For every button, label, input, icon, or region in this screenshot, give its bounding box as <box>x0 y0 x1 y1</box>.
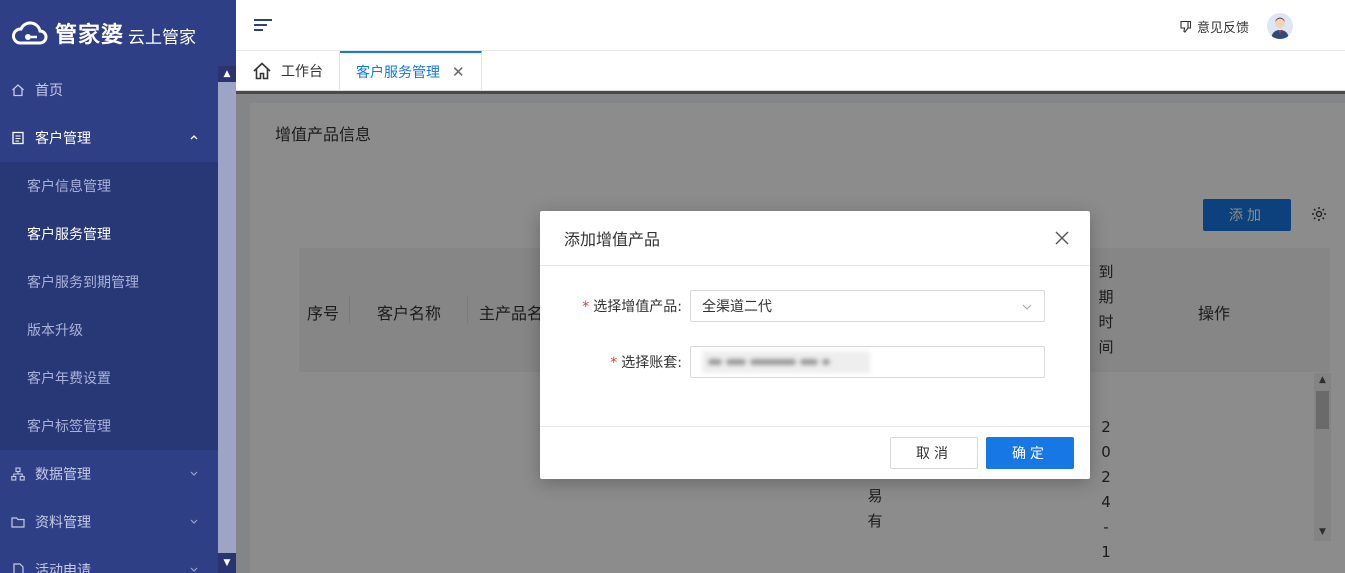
close-icon[interactable] <box>1054 230 1070 246</box>
thumbs-down-icon <box>1180 20 1192 33</box>
cancel-button[interactable]: 取消 <box>890 437 978 469</box>
scroll-up-arrow-icon[interactable]: ▲ <box>218 66 236 82</box>
page-tabs: 工作台 客户服务管理 ✕ <box>236 51 1345 91</box>
product-field-label: * 选择增值产品: <box>582 299 682 315</box>
sidebar-subitem-label: 客户年费设置 <box>27 371 111 387</box>
sidebar-subitem-version-upgrade[interactable]: 版本升级 <box>0 306 218 354</box>
sidebar-subitem-customer-info[interactable]: 客户信息管理 <box>0 162 218 210</box>
user-avatar[interactable] <box>1267 13 1293 39</box>
chevron-down-icon <box>188 467 200 479</box>
sidebar-subitem-tag-management[interactable]: 客户标签管理 <box>0 402 218 450</box>
tab-workbench[interactable]: 工作台 <box>236 51 340 91</box>
sidebar-subitem-label: 客户服务到期管理 <box>27 275 139 291</box>
chevron-down-icon <box>1022 304 1032 310</box>
tab-label: 工作台 <box>281 64 323 80</box>
add-product-dialog: 添加增值产品 * 选择增值产品: 全渠道二代 * 选择账套: 取消 确定 <box>540 211 1090 479</box>
sidebar-item-resource-management[interactable]: 资料管理 <box>0 498 218 546</box>
account-field-label: * 选择账套: <box>610 355 682 371</box>
sidebar-item-activity-application[interactable]: 活动申请 <box>0 546 218 573</box>
sidebar-item-label: 数据管理 <box>35 467 91 483</box>
tab-label: 客户服务管理 <box>356 65 440 81</box>
sidebar-subitem-label: 客户信息管理 <box>27 179 111 195</box>
sidebar-item-customer-management[interactable]: 客户管理 <box>0 114 218 162</box>
product-select[interactable]: 全渠道二代 <box>690 290 1045 322</box>
cloud-logo-icon <box>12 21 48 45</box>
logo-main-text: 管家婆 <box>55 23 125 48</box>
account-select[interactable] <box>690 346 1045 378</box>
sidebar-scrollbar[interactable] <box>218 66 236 573</box>
sidebar-menu: 首页 客户管理 客户信息管理 客户服务管理 客户服务到期管理 版本升级 客户年费… <box>0 66 218 573</box>
sidebar-subitem-label: 客户服务管理 <box>27 227 111 243</box>
sidebar-item-label: 客户管理 <box>35 131 91 147</box>
chevron-down-icon <box>188 515 200 527</box>
sidebar-subitem-label: 客户标签管理 <box>27 419 111 435</box>
feedback-link[interactable]: 意见反馈 <box>1179 17 1249 36</box>
sidebar: 管家婆 云上管家 首页 客户管理 客户信息管理 客户服务管理 客户服务到期管理 … <box>0 0 236 573</box>
app-logo[interactable]: 管家婆 云上管家 <box>0 0 236 66</box>
sidebar-item-label: 资料管理 <box>35 515 91 531</box>
sidebar-subitem-label: 版本升级 <box>27 323 83 339</box>
chevron-down-icon <box>188 563 200 573</box>
sidebar-subitem-customer-service[interactable]: 客户服务管理 <box>0 210 218 258</box>
sidebar-subitem-annual-fee[interactable]: 客户年费设置 <box>0 354 218 402</box>
customer-submenu: 客户信息管理 客户服务管理 客户服务到期管理 版本升级 客户年费设置 客户标签管… <box>0 162 218 450</box>
confirm-button[interactable]: 确定 <box>986 437 1074 469</box>
sidebar-subitem-service-expiry[interactable]: 客户服务到期管理 <box>0 258 218 306</box>
top-header: 意见反馈 <box>236 0 1345 51</box>
home-icon <box>253 62 271 80</box>
document-icon <box>11 131 25 145</box>
dialog-footer: 取消 确定 <box>540 426 1090 479</box>
sitemap-icon <box>11 467 25 481</box>
chevron-up-icon <box>188 131 200 143</box>
file-icon <box>11 563 25 573</box>
home-icon <box>11 83 25 97</box>
tab-customer-service[interactable]: 客户服务管理 ✕ <box>340 51 482 91</box>
sidebar-item-label: 活动申请 <box>35 563 91 573</box>
product-form-row: * 选择增值产品: 全渠道二代 <box>540 290 1090 322</box>
logo-sub-text: 云上管家 <box>128 27 197 48</box>
product-select-value: 全渠道二代 <box>702 299 772 315</box>
redacted-account-value <box>702 351 870 373</box>
account-form-row: * 选择账套: <box>540 346 1090 378</box>
dialog-title: 添加增值产品 <box>564 230 661 249</box>
dialog-header: 添加增值产品 <box>540 211 1090 266</box>
sidebar-item-home[interactable]: 首页 <box>0 66 218 114</box>
sidebar-item-data-management[interactable]: 数据管理 <box>0 450 218 498</box>
menu-toggle-icon[interactable] <box>254 19 272 33</box>
scroll-down-arrow-icon[interactable]: ▼ <box>218 553 236 573</box>
folder-icon <box>11 515 25 529</box>
close-icon[interactable]: ✕ <box>452 63 465 81</box>
feedback-label: 意见反馈 <box>1196 21 1249 36</box>
sidebar-item-label: 首页 <box>35 83 63 99</box>
overlay-edge <box>236 91 1345 94</box>
